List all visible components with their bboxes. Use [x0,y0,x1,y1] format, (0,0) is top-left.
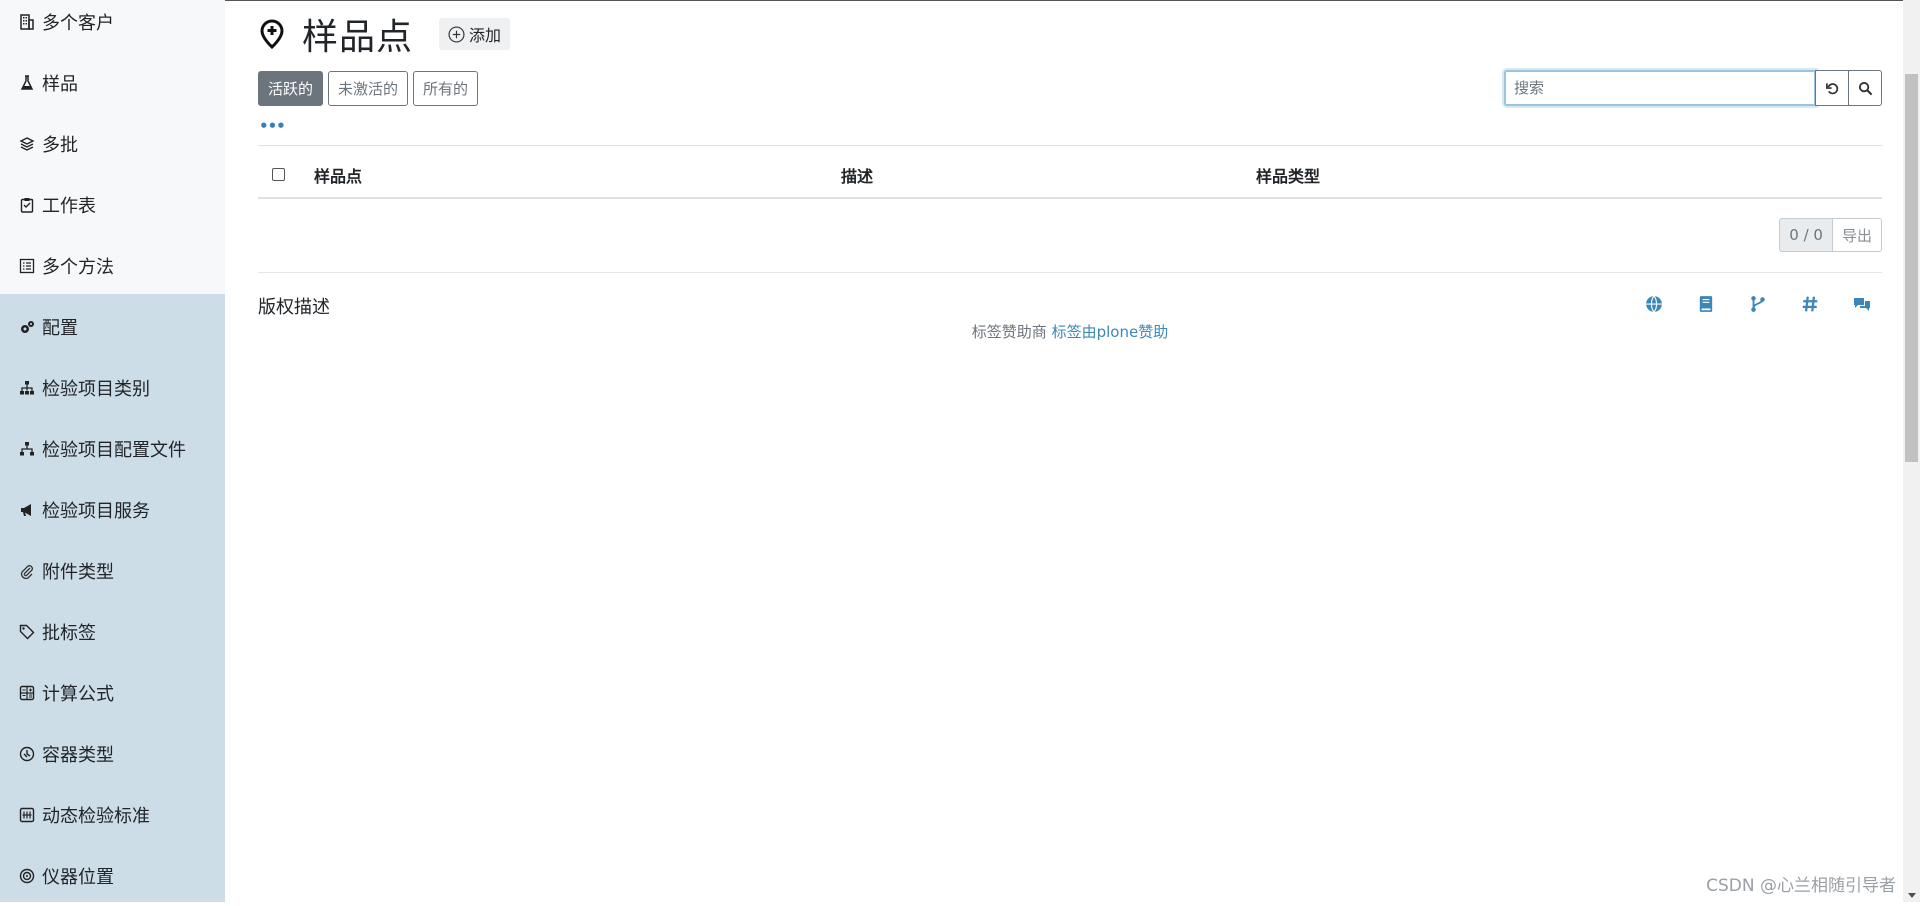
plus-circle-icon [448,26,465,43]
sidebar-item-dynamic-specs[interactable]: 动态检验标准 [0,784,225,845]
listing-table: 样品点 描述 样品类型 [258,145,1882,199]
search-input[interactable] [1504,70,1816,106]
sidebar-item-label: 多个客户 [42,9,114,35]
location-icon [18,867,36,885]
credit-link[interactable]: 标签由plone赞助 [1052,323,1169,341]
column-header-sample-type[interactable]: 样品类型 [1256,163,1320,187]
vertical-scrollbar[interactable] [1903,0,1920,902]
clipboard-icon [18,196,36,214]
comments-icon[interactable] [1852,294,1872,314]
hashtag-icon[interactable] [1800,294,1820,314]
sidebar-item-label: 附件类型 [42,558,114,584]
page-header: 样品点 添加 [258,10,510,58]
watermark: CSDN @心兰相随引导者 [1706,871,1896,896]
list-check-icon [18,257,36,275]
sidebar-item-instrument-locations[interactable]: 仪器位置 [0,845,225,906]
calculator-icon [18,684,36,702]
scroll-down-arrow-icon[interactable] [1908,893,1916,898]
sidebar-item-label: 计算公式 [42,680,114,706]
sidebar-item-label: 检验项目配置文件 [42,436,186,462]
sidebar-item-clients[interactable]: 多个客户 [0,0,225,52]
paperclip-icon [18,562,36,580]
export-button[interactable]: 导出 [1832,218,1882,252]
sidebar-item-container-types[interactable]: 容器类型 [0,723,225,784]
globe-icon[interactable] [1644,294,1664,314]
filter-all-button[interactable]: 所有的 [413,71,478,106]
sidebar-item-label: 批标签 [42,619,96,645]
item-count: 0 / 0 [1779,218,1833,252]
filter-inactive-button[interactable]: 未激活的 [328,71,408,106]
footer-divider [258,272,1882,273]
page-title: 样品点 [302,8,413,60]
sidebar-item-samples[interactable]: 样品 [0,52,225,113]
credit-prefix: 标签赞助商 [972,323,1047,341]
sidebar-item-label: 配置 [42,314,78,340]
map-pin-icon [258,19,286,49]
select-all-checkbox[interactable] [272,168,285,181]
filter-active-button[interactable]: 活跃的 [258,71,323,106]
bullhorn-icon [18,501,36,519]
sidebar-item-config[interactable]: 配置 [0,296,225,357]
sidebar-item-label: 检验项目类别 [42,375,150,401]
sitemap-icon [18,379,36,397]
sidebar-item-label: 容器类型 [42,741,114,767]
table-pager: 0 / 0 导出 [1779,218,1882,252]
sidebar-item-label: 动态检验标准 [42,802,150,828]
building-icon [18,13,36,31]
sidebar: 多个客户 样品 多批 工作表 多个方法 配置 检验项目类别 检验项目配置文件 检… [0,0,225,902]
search-button[interactable] [1848,70,1882,106]
undo-icon [1825,81,1840,96]
sitemap-icon [18,440,36,458]
book-icon[interactable] [1696,294,1716,314]
table-header: 样品点 描述 样品类型 [258,145,1882,199]
sidebar-item-analysis-categories[interactable]: 检验项目类别 [0,357,225,418]
reset-search-button[interactable] [1815,70,1849,106]
add-button-label: 添加 [469,22,501,46]
flask-icon [18,74,36,92]
sidebar-item-label: 工作表 [42,192,96,218]
sidebar-item-analysis-services[interactable]: 检验项目服务 [0,479,225,540]
column-header-description[interactable]: 描述 [841,163,873,187]
layers-icon [18,135,36,153]
column-header-sample-point[interactable]: 样品点 [314,163,362,187]
add-button[interactable]: 添加 [439,18,510,50]
sidebar-item-label: 检验项目服务 [42,497,150,523]
main-content: 样品点 添加 活跃的 未激活的 所有的 ••• 样品点 描述 样品类型 0 / … [258,0,1882,902]
gears-icon [18,318,36,336]
sidebar-item-methods[interactable]: 多个方法 [0,235,225,296]
sidebar-item-worksheets[interactable]: 工作表 [0,174,225,235]
tags-icon [18,623,36,641]
sidebar-item-label: 仪器位置 [42,863,114,889]
more-columns-toggle[interactable]: ••• [259,121,285,131]
search-bar [1504,70,1882,106]
scrollbar-thumb[interactable] [1905,74,1918,462]
review-state-filters: 活跃的 未激活的 所有的 [258,71,478,106]
sidebar-item-label: 样品 [42,70,78,96]
footer-links [1644,294,1872,314]
sidebar-item-attachment-types[interactable]: 附件类型 [0,540,225,601]
table-icon [18,806,36,824]
code-branch-icon[interactable] [1748,294,1768,314]
container-icon [18,745,36,763]
sidebar-item-batch-labels[interactable]: 批标签 [0,601,225,662]
sidebar-item-label: 多批 [42,131,78,157]
sidebar-item-calculations[interactable]: 计算公式 [0,662,225,723]
sidebar-item-batches[interactable]: 多批 [0,113,225,174]
copyright-text: 版权描述 [258,293,330,319]
search-icon [1858,81,1873,96]
sidebar-item-analysis-profiles[interactable]: 检验项目配置文件 [0,418,225,479]
sponsor-credit: 标签赞助商 标签由plone赞助 [258,321,1882,342]
sidebar-item-label: 多个方法 [42,253,114,279]
